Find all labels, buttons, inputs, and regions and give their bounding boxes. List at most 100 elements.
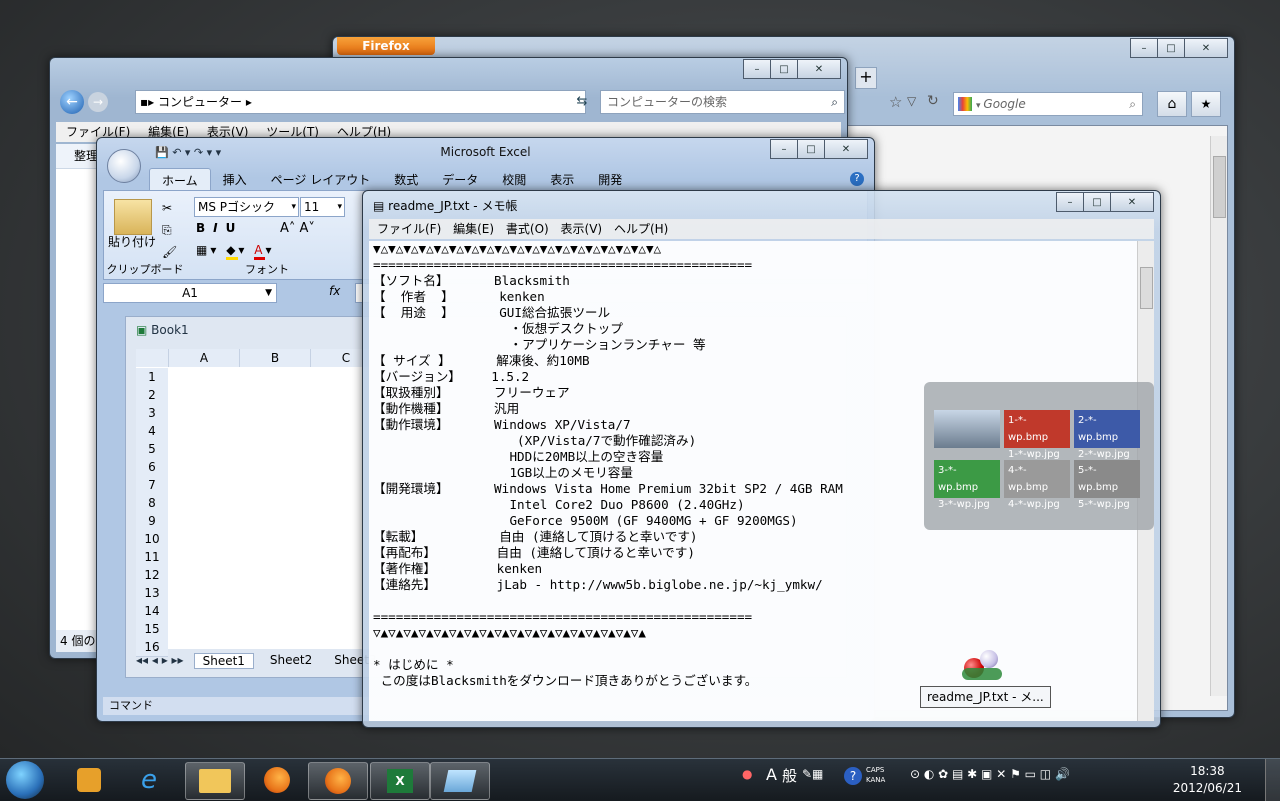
taskbar-excel[interactable]: X bbox=[370, 762, 430, 800]
minimize-button[interactable]: – bbox=[770, 139, 798, 159]
tab-view[interactable]: 表示 bbox=[538, 168, 586, 190]
minimize-button[interactable]: – bbox=[1130, 38, 1158, 58]
minimize-button[interactable]: – bbox=[743, 59, 771, 79]
menu-edit[interactable]: 編集(E) bbox=[453, 222, 494, 236]
insert-function-icon[interactable]: fx bbox=[329, 284, 340, 298]
search-icon[interactable]: ⌕ bbox=[831, 91, 838, 113]
row-header[interactable]: 12 bbox=[136, 566, 168, 585]
back-icon[interactable]: ← bbox=[60, 90, 84, 114]
border-fill-color-buttons[interactable]: ▦▾ ◆▾ A▾ bbox=[196, 243, 275, 260]
row-header[interactable]: 2 bbox=[136, 386, 168, 405]
firefox-menu-button[interactable]: Firefox bbox=[337, 37, 435, 55]
close-button[interactable]: ✕ bbox=[1110, 192, 1154, 212]
explorer-search-input[interactable]: コンピューターの検索 ⌕ bbox=[600, 90, 845, 114]
ime-mode[interactable]: 般 bbox=[782, 765, 797, 786]
blacksmith-ornament-icon[interactable] bbox=[962, 650, 1002, 684]
new-tab-button[interactable]: + bbox=[855, 67, 877, 89]
menu-help[interactable]: ヘルプ(H) bbox=[614, 222, 668, 236]
paste-button-label[interactable]: 貼り付け bbox=[108, 233, 156, 250]
maximize-button[interactable]: □ bbox=[797, 139, 825, 159]
tab-insert[interactable]: 挿入 bbox=[211, 168, 259, 190]
font-size-select[interactable]: 11 ▾ bbox=[300, 197, 345, 217]
desktop-thumb-3[interactable]: 3-*-wp.bmp 3-*-wp.jpg bbox=[934, 460, 1000, 510]
bookmark-star-icon[interactable]: ☆ bbox=[889, 93, 902, 111]
tab-review[interactable]: 校閲 bbox=[490, 168, 538, 190]
vertical-scrollbar[interactable] bbox=[1210, 136, 1227, 696]
taskbar-firefox[interactable] bbox=[248, 762, 306, 798]
start-button[interactable] bbox=[6, 761, 44, 799]
paste-icon[interactable] bbox=[114, 199, 152, 235]
row-header[interactable]: 4 bbox=[136, 422, 168, 441]
taskbar-notepad[interactable] bbox=[430, 762, 490, 800]
close-button[interactable]: ✕ bbox=[824, 139, 868, 159]
tab-page-layout[interactable]: ページ レイアウト bbox=[259, 168, 383, 190]
column-header[interactable]: B bbox=[240, 349, 311, 367]
forward-icon[interactable]: → bbox=[88, 92, 108, 112]
row-header[interactable]: 9 bbox=[136, 512, 168, 531]
row-header[interactable]: 3 bbox=[136, 404, 168, 423]
menu-format[interactable]: 書式(O) bbox=[506, 222, 549, 236]
home-icon[interactable]: ⌂ bbox=[1157, 91, 1187, 117]
address-bar[interactable]: ▪▸ コンピューター ▸ bbox=[135, 90, 586, 114]
ime-toolbar-icons[interactable]: ✎▦ bbox=[802, 767, 823, 781]
row-header[interactable]: 15 bbox=[136, 620, 168, 639]
minimize-button[interactable]: – bbox=[1056, 192, 1084, 212]
ime-mode-a[interactable]: A bbox=[766, 765, 777, 784]
font-grow-shrink[interactable]: A˄ A˅ bbox=[280, 221, 315, 236]
search-icon[interactable]: ⌕ bbox=[1129, 93, 1136, 115]
desktop-thumb-2[interactable]: 2-*-wp.bmp 2-*-wp.jpg bbox=[1074, 410, 1140, 460]
maximize-button[interactable]: □ bbox=[1157, 38, 1185, 58]
row-header[interactable]: 11 bbox=[136, 548, 168, 567]
taskbar-explorer[interactable] bbox=[185, 762, 245, 800]
select-all-corner[interactable] bbox=[136, 349, 169, 367]
organize-button[interactable]: 整理 bbox=[74, 149, 98, 163]
desktop-thumb-0[interactable] bbox=[934, 410, 1000, 448]
taskbar-internet-explorer[interactable]: e bbox=[120, 762, 178, 798]
sheet-tab-1[interactable]: Sheet1 bbox=[193, 653, 254, 669]
sheet-nav-icons[interactable]: ◂◂ ◂ ▸ ▸▸ bbox=[136, 653, 184, 669]
row-header[interactable]: 14 bbox=[136, 602, 168, 621]
row-header[interactable]: 8 bbox=[136, 494, 168, 513]
font-name-select[interactable]: MS Pゴシック ▾ bbox=[194, 197, 299, 217]
maximize-button[interactable]: □ bbox=[770, 59, 798, 79]
name-box[interactable]: A1 ▼ bbox=[103, 283, 277, 303]
help-icon[interactable]: ? bbox=[850, 172, 864, 186]
reload-icon[interactable]: ↻ bbox=[927, 93, 939, 109]
maximize-button[interactable]: □ bbox=[1083, 192, 1111, 212]
row-header[interactable]: 10 bbox=[136, 530, 168, 549]
menu-file[interactable]: ファイル(F) bbox=[377, 222, 441, 236]
desktop-thumb-4[interactable]: 4-*-wp.bmp 4-*-wp.jpg bbox=[1004, 460, 1070, 510]
menu-view[interactable]: 表示(V) bbox=[561, 222, 603, 236]
clock[interactable]: 18:38 2012/06/21 bbox=[1173, 763, 1242, 797]
show-desktop-button[interactable] bbox=[1265, 759, 1280, 801]
font-style-buttons[interactable]: BIU bbox=[196, 221, 243, 235]
row-header[interactable]: 6 bbox=[136, 458, 168, 477]
tray-icons[interactable]: ⊙ ◐ ✿ ▤ ✱ ▣ ✕ ⚑ ▭ ◫ 🔊 bbox=[910, 767, 1070, 781]
tray-app-icon[interactable]: ● bbox=[742, 767, 752, 781]
close-button[interactable]: ✕ bbox=[1184, 38, 1228, 58]
close-button[interactable]: ✕ bbox=[797, 59, 841, 79]
row-header[interactable]: 7 bbox=[136, 476, 168, 495]
refresh-icon[interactable]: ⇆ bbox=[571, 91, 593, 113]
desktop-thumb-5[interactable]: 5-*-wp.bmp 5-*-wp.jpg bbox=[1074, 460, 1140, 510]
dropmarker-icon[interactable]: ▽ bbox=[907, 94, 916, 108]
ime-help-icon[interactable]: ? bbox=[844, 767, 862, 785]
row-header[interactable]: 5 bbox=[136, 440, 168, 459]
row-header[interactable]: 1 bbox=[136, 368, 168, 387]
taskbar-media-player[interactable] bbox=[60, 762, 118, 798]
column-header[interactable]: A bbox=[169, 349, 240, 367]
tab-developer[interactable]: 開発 bbox=[586, 168, 634, 190]
text-line: ・アプリケーションランチャー 等 bbox=[373, 337, 706, 352]
thumb-label: 3-*-wp.bmp bbox=[938, 465, 979, 493]
text-line: 【 サイズ 】 解凍後、約10MB bbox=[373, 353, 590, 368]
sheet-tab-2[interactable]: Sheet2 bbox=[264, 653, 318, 669]
tab-formulas[interactable]: 数式 bbox=[382, 168, 430, 190]
tab-data[interactable]: データ bbox=[430, 168, 490, 190]
taskbar-firefox-2[interactable] bbox=[308, 762, 368, 800]
tab-home[interactable]: ホーム bbox=[149, 168, 211, 190]
google-search-box[interactable]: ▾ Google ⌕ bbox=[953, 92, 1143, 116]
bookmarks-icon[interactable]: ★ bbox=[1191, 91, 1221, 117]
row-header[interactable]: 13 bbox=[136, 584, 168, 603]
clipboard-tools[interactable]: ✂ ⎘ 🖌 bbox=[162, 197, 177, 263]
desktop-thumb-1[interactable]: 1-*-wp.bmp 1-*-wp.jpg bbox=[1004, 410, 1070, 460]
